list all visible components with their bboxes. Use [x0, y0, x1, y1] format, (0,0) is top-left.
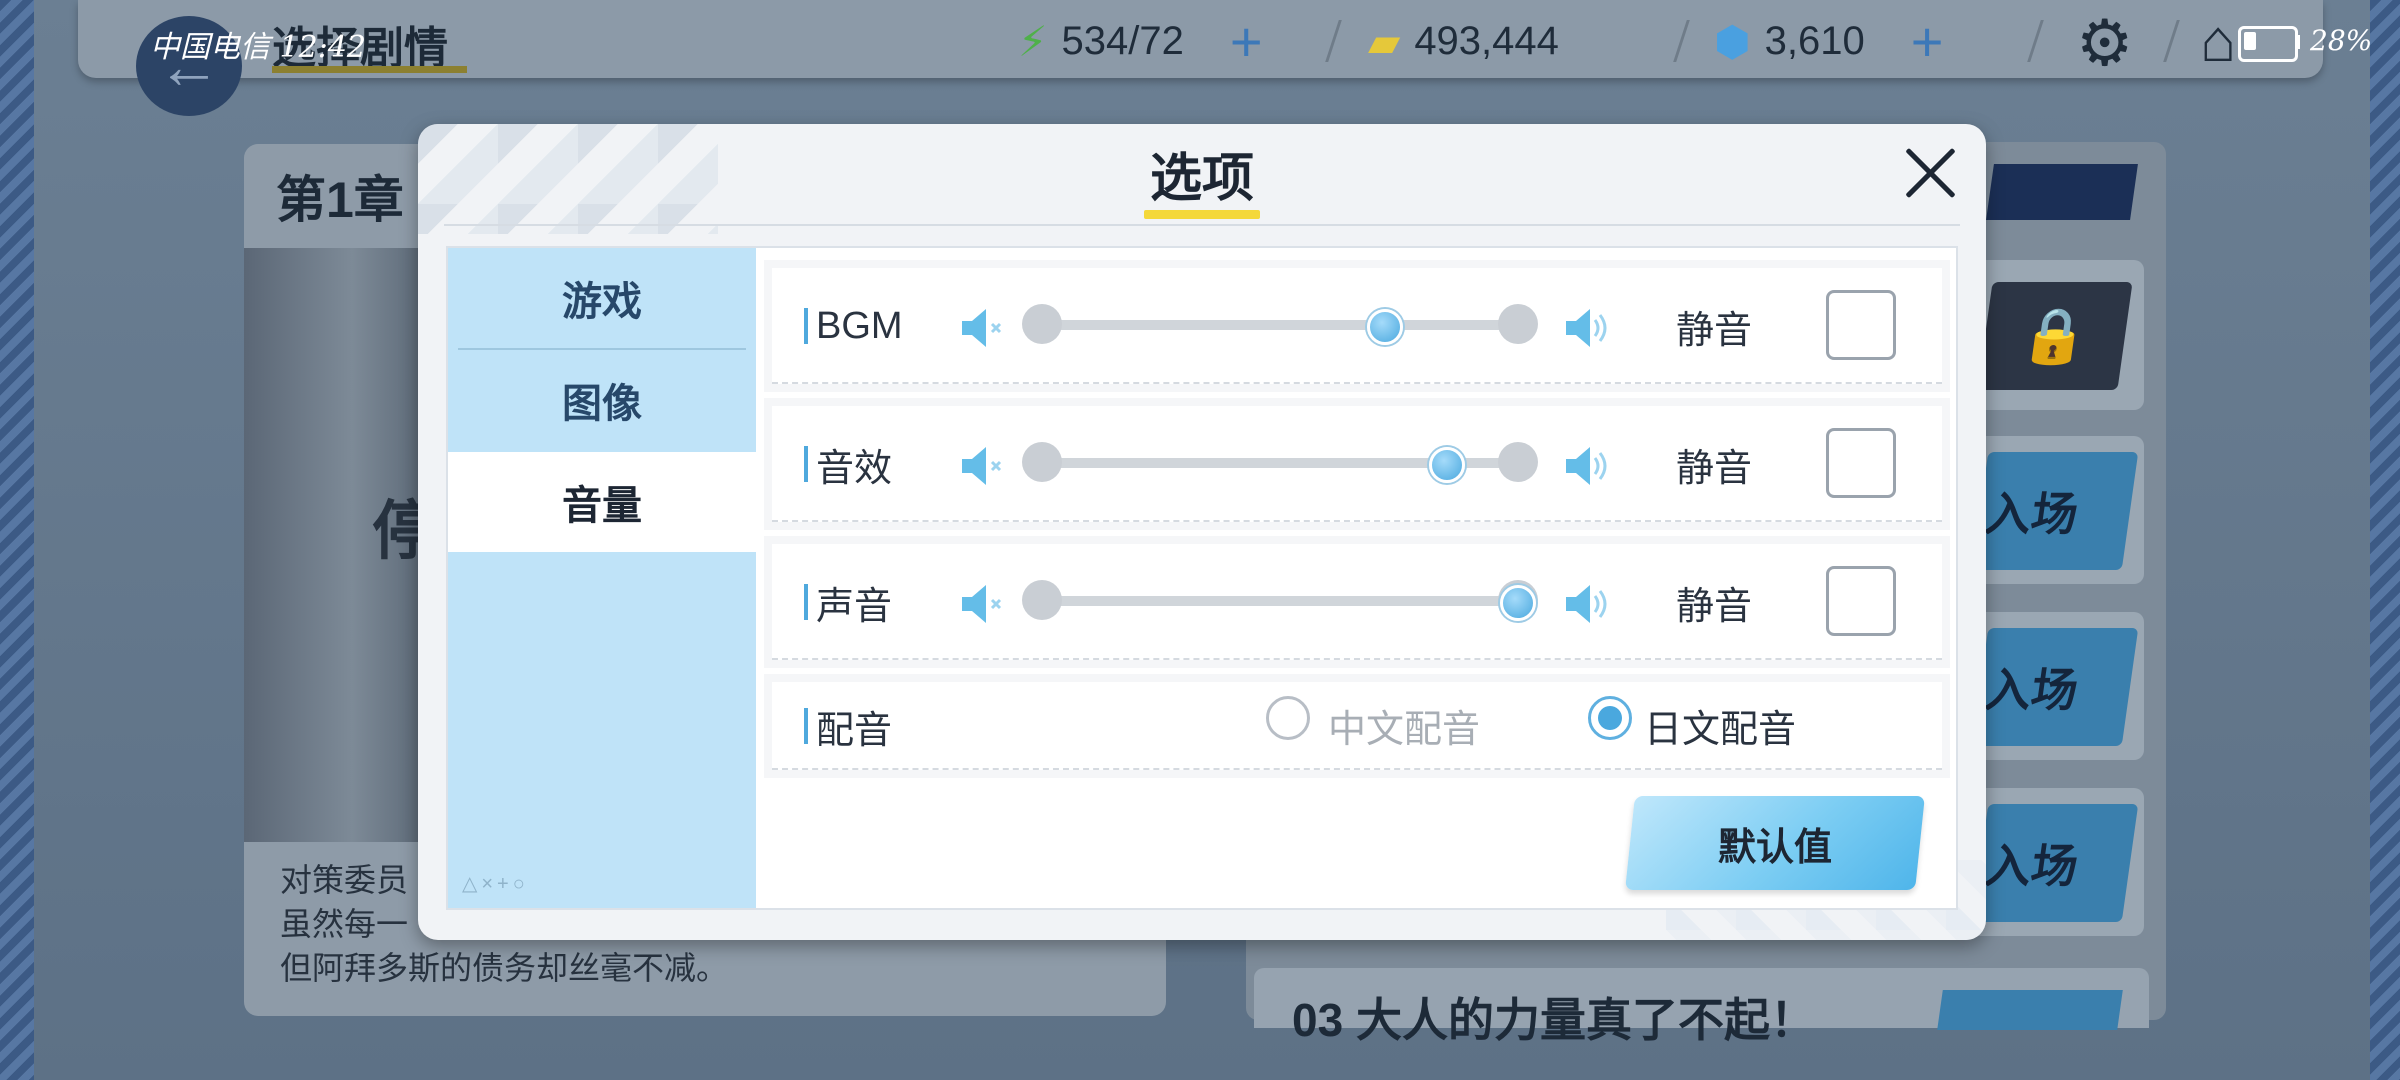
tab-game[interactable]: 游戏 — [448, 248, 756, 348]
reset-defaults-label: 默认值 — [1717, 826, 1832, 869]
speaker-mute-icon[interactable] — [958, 442, 1006, 490]
enter-button[interactable]: 入场 — [1971, 804, 2139, 922]
chinese-voice-label[interactable]: 中文配音 — [1328, 698, 1480, 753]
slider-min-cap — [1022, 580, 1062, 620]
speaker-loud-icon[interactable] — [1562, 442, 1610, 490]
voice-language-row: 配音 中文配音 日文配音 — [764, 674, 1950, 778]
divider — [444, 224, 1960, 226]
speaker-loud-icon[interactable] — [1562, 304, 1610, 352]
bgm-slider-knob[interactable] — [1366, 309, 1403, 345]
chinese-voice-radio[interactable] — [1266, 696, 1310, 740]
enter-button[interactable]: 入场 — [1971, 452, 2139, 570]
chapter-description-line: 但阿拜多斯的债务却丝毫不减。 — [280, 950, 729, 986]
slider-max-cap — [1498, 442, 1538, 482]
sfx-mute-checkbox[interactable] — [1826, 428, 1896, 498]
crystal-icon: ⬢ — [1714, 17, 1751, 65]
mute-label: 静音 — [1676, 447, 1753, 490]
japanese-voice-label[interactable]: 日文配音 — [1644, 698, 1796, 753]
home-icon[interactable]: ⌂ — [2200, 6, 2236, 75]
credit-resource: ▰ 493,444 — [1368, 12, 1559, 70]
speaker-loud-icon[interactable] — [1562, 580, 1610, 628]
credit-value: 493,444 — [1414, 18, 1559, 63]
dialog-title: 选项 — [1149, 150, 1254, 208]
page-title-underline — [272, 66, 467, 73]
settings-gear-icon[interactable]: ⚙ — [2076, 6, 2133, 81]
voice-volume-label: 声音 — [816, 585, 893, 628]
sfx-label: 音效 — [816, 447, 893, 490]
bgm-slider-track[interactable] — [1042, 320, 1522, 330]
bgm-mute-checkbox[interactable] — [1826, 290, 1896, 360]
reset-defaults-button[interactable]: 默认值 — [1625, 796, 1925, 890]
episode-row-title: 03 大人的力量真了不起！ — [1292, 994, 1816, 1046]
voice-language-label: 配音 — [816, 709, 893, 752]
tab-volume[interactable]: 音量 — [448, 452, 756, 552]
slider-min-cap — [1022, 304, 1062, 344]
close-icon[interactable] — [1896, 138, 1966, 208]
dialog-title-underline — [1144, 210, 1260, 219]
voice-slider-knob[interactable] — [1500, 585, 1536, 621]
energy-icon: ⚡ — [1018, 17, 1048, 65]
enter-button[interactable]: 入场 — [1971, 628, 2139, 746]
episode-row-button[interactable] — [1937, 990, 2123, 1030]
speaker-mute-icon[interactable] — [958, 580, 1006, 628]
row-label: 音效 — [804, 406, 892, 522]
row-label: 配音 — [804, 682, 892, 770]
row-label: BGM — [804, 268, 903, 384]
credit-card-icon: ▰ — [1368, 17, 1401, 65]
battery-tip — [2295, 35, 2300, 49]
options-dialog: 选项 游戏 图像 音量 △×+○ BGM 静音 音效 静音 声音 静音 配音 中… — [418, 124, 1986, 940]
volume-row-sfx: 音效 静音 — [764, 398, 1950, 530]
energy-value: 534/72 — [1061, 18, 1184, 63]
slider-max-cap — [1498, 304, 1538, 344]
slider-min-cap — [1022, 442, 1062, 482]
crystal-resource: ⬢ 3,610 + — [1714, 10, 1943, 73]
battery-icon — [2238, 26, 2298, 62]
lock-icon: 🔒 — [1977, 282, 2133, 390]
controller-symbols: △×+○ — [462, 873, 529, 895]
volume-row-voice: 声音 静音 — [764, 536, 1950, 668]
japanese-voice-radio[interactable] — [1588, 696, 1632, 740]
episode-header-bar — [1986, 164, 2138, 220]
options-sidebar: 游戏 图像 音量 △×+○ — [448, 248, 756, 908]
status-carrier-time: 中国电信 12:42 — [150, 30, 366, 65]
sfx-slider-knob[interactable] — [1428, 447, 1465, 483]
right-border-stripe — [2370, 0, 2400, 1080]
volume-row-bgm: BGM 静音 — [764, 260, 1950, 392]
tab-graphics[interactable]: 图像 — [448, 350, 756, 450]
voice-mute-checkbox[interactable] — [1826, 566, 1896, 636]
energy-resource: ⚡ 534/72 + — [1018, 10, 1263, 73]
left-border-stripe — [0, 0, 34, 1080]
crystal-value: 3,610 — [1764, 18, 1865, 63]
bgm-label: BGM — [816, 304, 903, 347]
mute-label: 静音 — [1676, 585, 1753, 628]
add-crystal-button[interactable]: + — [1911, 9, 1944, 74]
add-energy-button[interactable]: + — [1230, 9, 1263, 74]
battery-percent: 28% — [2310, 24, 2373, 57]
chapter-title: 第1章 — [276, 172, 404, 228]
mute-label: 静音 — [1676, 309, 1753, 352]
speaker-mute-icon[interactable] — [958, 304, 1006, 352]
voice-slider-track[interactable] — [1042, 596, 1522, 606]
row-label: 声音 — [804, 544, 892, 660]
